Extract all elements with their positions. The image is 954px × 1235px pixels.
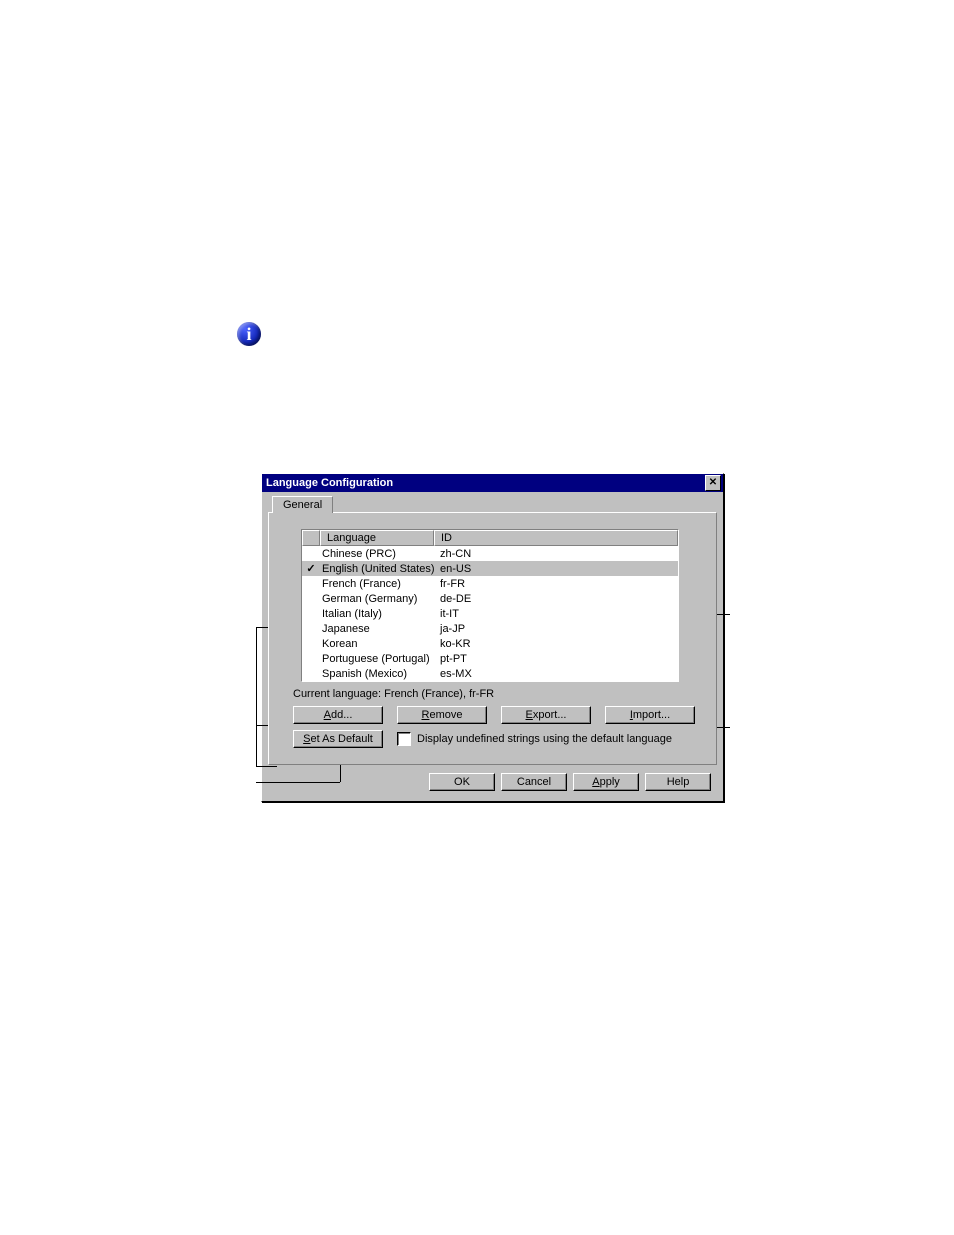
cell-language: German (Germany) bbox=[320, 593, 436, 605]
display-undefined-label: Display undefined strings using the defa… bbox=[417, 733, 672, 745]
ok-button[interactable]: OK bbox=[429, 773, 495, 791]
dialog-title: Language Configuration bbox=[266, 477, 393, 489]
export-button[interactable]: Export... bbox=[501, 706, 591, 724]
cancel-button[interactable]: Cancel bbox=[501, 773, 567, 791]
remove-button[interactable]: Remove bbox=[397, 706, 487, 724]
cell-id: en-US bbox=[436, 563, 678, 575]
checkmark-icon: ✓ bbox=[302, 562, 320, 575]
table-row[interactable]: French (France)fr-FR bbox=[302, 576, 678, 591]
cell-id: es-MX bbox=[436, 668, 678, 680]
cell-language: Japanese bbox=[320, 623, 436, 635]
annotation-line bbox=[256, 782, 340, 783]
cell-language: Chinese (PRC) bbox=[320, 548, 436, 560]
cell-id: ja-JP bbox=[436, 623, 678, 635]
cell-language: English (United States) bbox=[320, 563, 436, 575]
tab-panel-general: Language ID Chinese (PRC)zh-CN✓English (… bbox=[268, 512, 717, 765]
table-row[interactable]: Japaneseja-JP bbox=[302, 621, 678, 636]
col-language[interactable]: Language bbox=[320, 530, 434, 546]
annotation-line bbox=[340, 764, 341, 782]
col-id[interactable]: ID bbox=[434, 530, 678, 546]
cell-id: it-IT bbox=[436, 608, 678, 620]
cell-id: ko-KR bbox=[436, 638, 678, 650]
list-header: Language ID bbox=[302, 530, 678, 546]
apply-button[interactable]: Apply bbox=[573, 773, 639, 791]
table-row[interactable]: German (Germany)de-DE bbox=[302, 591, 678, 606]
cell-language: Spanish (Mexico) bbox=[320, 668, 436, 680]
cell-id: fr-FR bbox=[436, 578, 678, 590]
table-row[interactable]: Koreanko-KR bbox=[302, 636, 678, 651]
table-row[interactable]: Chinese (PRC)zh-CN bbox=[302, 546, 678, 561]
close-icon[interactable]: ✕ bbox=[705, 475, 721, 491]
current-language-label: Current language: French (France), fr-FR bbox=[293, 688, 698, 700]
col-check bbox=[302, 530, 320, 546]
table-row[interactable]: Portuguese (Portugal)pt-PT bbox=[302, 651, 678, 666]
language-configuration-dialog: Language Configuration ✕ General Languag… bbox=[261, 473, 724, 802]
cell-language: Italian (Italy) bbox=[320, 608, 436, 620]
import-button[interactable]: Import... bbox=[605, 706, 695, 724]
cell-language: French (France) bbox=[320, 578, 436, 590]
table-row[interactable]: Spanish (Mexico)es-MX bbox=[302, 666, 678, 681]
titlebar: Language Configuration ✕ bbox=[262, 474, 723, 492]
info-icon: i bbox=[237, 322, 261, 346]
display-undefined-checkbox[interactable] bbox=[397, 732, 411, 746]
help-button[interactable]: Help bbox=[645, 773, 711, 791]
cell-id: zh-CN bbox=[436, 548, 678, 560]
language-list[interactable]: Language ID Chinese (PRC)zh-CN✓English (… bbox=[301, 529, 679, 682]
set-as-default-button[interactable]: Set As Default bbox=[293, 730, 383, 748]
cell-id: de-DE bbox=[436, 593, 678, 605]
table-row[interactable]: ✓English (United States)en-US bbox=[302, 561, 678, 576]
cell-id: pt-PT bbox=[436, 653, 678, 665]
tab-general[interactable]: General bbox=[272, 496, 333, 513]
cell-language: Portuguese (Portugal) bbox=[320, 653, 436, 665]
add-button[interactable]: Add... bbox=[293, 706, 383, 724]
table-row[interactable]: Italian (Italy)it-IT bbox=[302, 606, 678, 621]
cell-language: Korean bbox=[320, 638, 436, 650]
